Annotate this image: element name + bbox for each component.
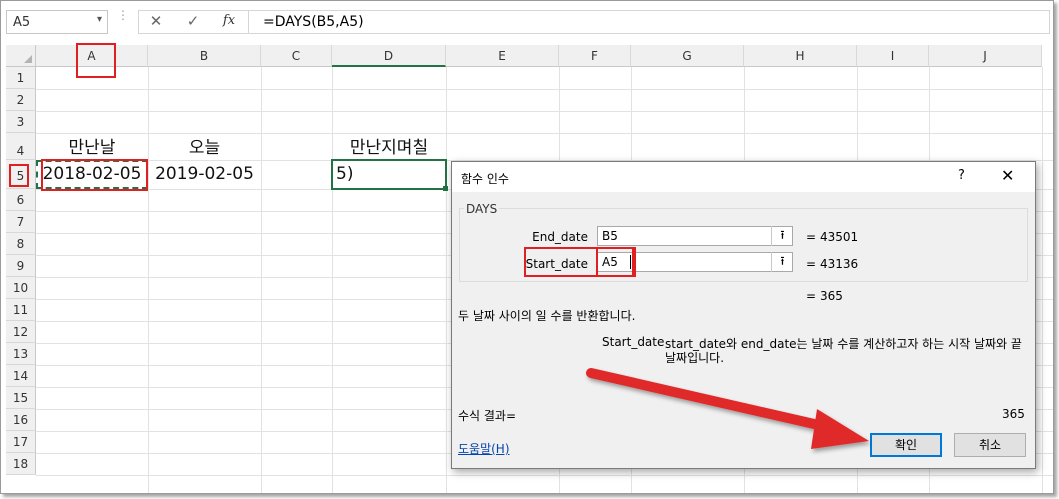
- arrow-icon: [586, 368, 869, 449]
- excel-window: A5 ▾ ⋮ ✕ ✓ fx =DAYS(B5,A5) A B C D E F G…: [0, 0, 1054, 494]
- annotation-arrow: [586, 368, 869, 449]
